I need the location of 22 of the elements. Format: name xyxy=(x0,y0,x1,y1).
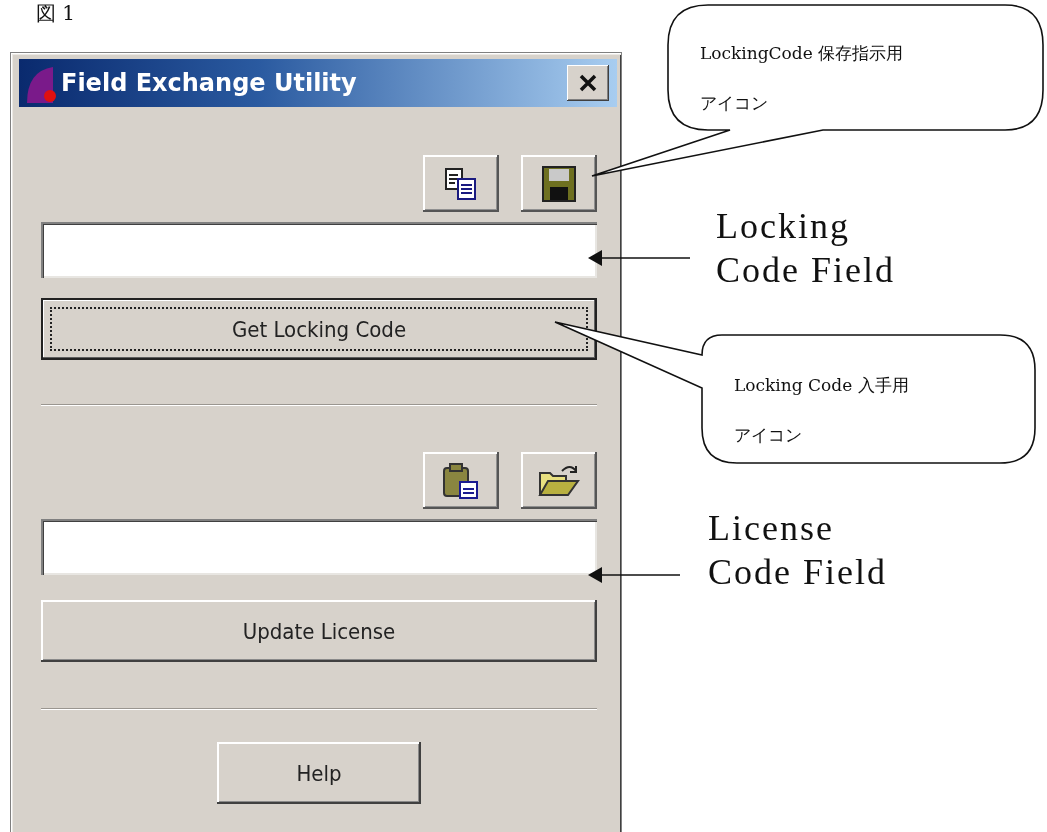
close-icon xyxy=(578,74,598,92)
paste-icon xyxy=(442,461,480,500)
field-label: Locking Code Field xyxy=(716,205,895,292)
window-title: Field Exchange Utility xyxy=(61,69,358,97)
save-button[interactable] xyxy=(521,155,597,212)
callout-text: Locking Code 入手用 xyxy=(734,374,909,397)
paste-button[interactable] xyxy=(423,452,499,509)
close-button[interactable] xyxy=(567,65,609,101)
callout-text: アイコン xyxy=(734,424,802,447)
action-button[interactable]: Update License xyxy=(41,600,597,662)
field-label: License Code Field xyxy=(708,507,887,594)
copy-button[interactable] xyxy=(423,155,499,212)
callout-text: アイコン xyxy=(700,92,768,115)
input-field[interactable] xyxy=(41,222,597,278)
save-icon xyxy=(542,165,576,202)
input-field[interactable] xyxy=(41,519,597,575)
figure-caption: 図 1 xyxy=(36,0,76,27)
help-button[interactable]: Help xyxy=(217,742,421,804)
callout-text: LockingCode 保存指示用 xyxy=(700,42,904,65)
open-button[interactable] xyxy=(521,452,597,509)
action-button[interactable]: Get Locking Code xyxy=(41,298,597,360)
copy-icon xyxy=(444,166,478,201)
